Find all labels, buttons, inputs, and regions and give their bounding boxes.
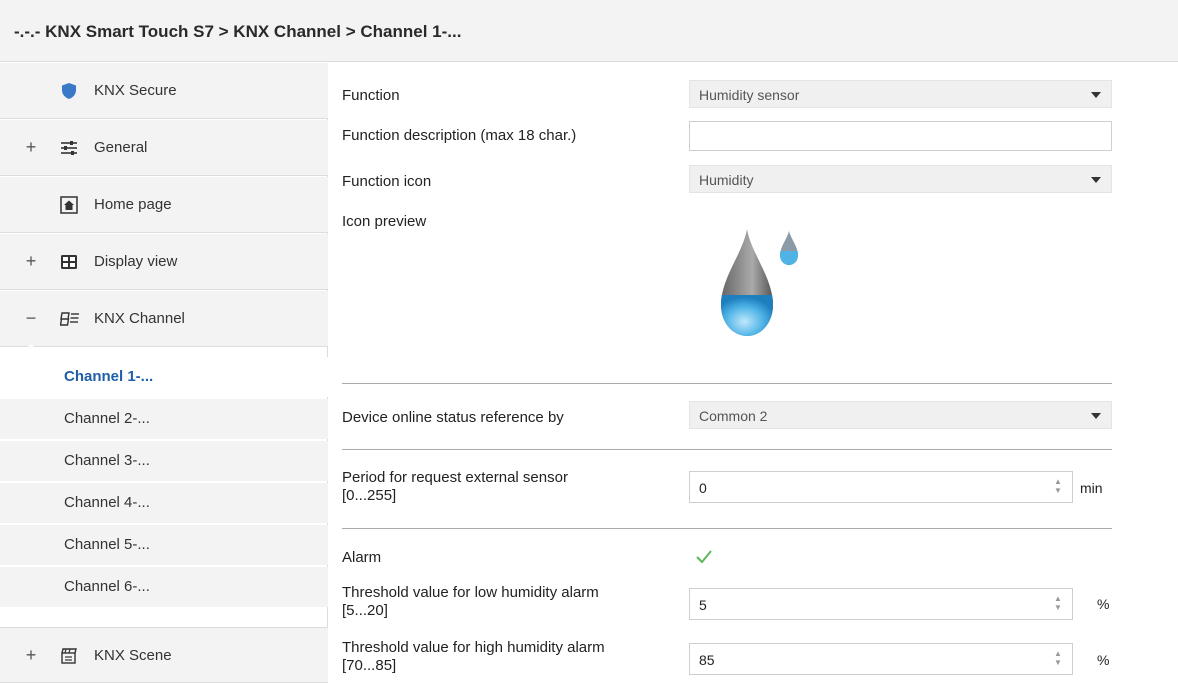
function-icon-label: Function icon [342, 173, 432, 190]
channel-label: Channel 1-... [64, 368, 154, 385]
sidebar-item-label: KNX Channel [94, 310, 185, 327]
shield-icon [60, 82, 78, 100]
period-range: [0...255] [342, 487, 397, 504]
chevron-down-icon [1091, 92, 1101, 98]
high-alarm-input[interactable]: 85 ▲ ▼ [689, 643, 1073, 675]
high-alarm-range: [70...85] [342, 657, 397, 674]
description-input[interactable] [689, 121, 1112, 151]
channel-label: Channel 2-... [64, 410, 150, 427]
title-bar: -.-.- KNX Smart Touch S7 > KNX Channel >… [0, 0, 1178, 62]
high-alarm-unit: % [1097, 652, 1110, 668]
sidebar-item-knx-secure[interactable]: KNX Secure [0, 63, 328, 119]
sliders-icon [60, 139, 78, 157]
channel-label: Channel 3-... [64, 452, 150, 469]
humidity-drop-icon [713, 223, 813, 343]
sidebar-item-label: KNX Secure [94, 82, 177, 99]
breadcrumb: -.-.- KNX Smart Touch S7 > KNX Channel >… [14, 22, 462, 41]
alarm-checkbox[interactable] [695, 548, 713, 566]
channel-label: Channel 4-... [64, 494, 150, 511]
channel-label: Channel 6-... [64, 578, 150, 595]
sidebar-channel-1[interactable]: Channel 1-... [0, 357, 328, 397]
divider [342, 528, 1112, 529]
sidebar-channel-3[interactable]: Channel 3-... [0, 441, 328, 481]
spinner-icon[interactable]: ▲ ▼ [1054, 477, 1062, 495]
collapse-icon[interactable]: − [24, 308, 38, 329]
scene-icon [60, 647, 78, 665]
active-notch [22, 344, 40, 353]
function-icon-value: Humidity [699, 172, 754, 188]
function-dropdown[interactable]: Humidity sensor [689, 80, 1112, 108]
icon-preview-label: Icon preview [342, 213, 427, 230]
sidebar-item-label: Display view [94, 253, 178, 270]
parameter-panel: Function Humidity sensor Function descri… [329, 63, 1178, 683]
spinner-icon[interactable]: ▲ ▼ [1054, 594, 1062, 612]
sidebar-item-label: Home page [94, 196, 172, 213]
sidebar-item-label: General [94, 139, 148, 156]
sidebar-item-knx-channel[interactable]: − KNX Channel [0, 291, 328, 347]
sidebar-channel-4[interactable]: Channel 4-... [0, 483, 328, 523]
high-alarm-value: 85 [699, 652, 715, 668]
high-alarm-label: Threshold value for high humidity alarm [342, 639, 605, 656]
spinner-icon[interactable]: ▲ ▼ [1054, 649, 1062, 667]
period-input[interactable]: 0 ▲ ▼ [689, 471, 1073, 503]
sidebar-channel-2[interactable]: Channel 2-... [0, 399, 328, 439]
description-label: Function description (max 18 char.) [342, 127, 577, 144]
chevron-down-icon [1091, 177, 1101, 183]
expand-icon[interactable]: + [24, 645, 38, 666]
divider [342, 449, 1112, 450]
function-value: Humidity sensor [699, 87, 800, 103]
divider [342, 383, 1112, 384]
period-value: 0 [699, 480, 707, 496]
channel-label: Channel 5-... [64, 536, 150, 553]
sidebar-channel-5[interactable]: Channel 5-... [0, 525, 328, 565]
sidebar-item-display-view[interactable]: + Display view [0, 234, 328, 290]
sidebar-item-knx-scene[interactable]: + KNX Scene [0, 627, 328, 683]
period-label: Period for request external sensor [342, 469, 568, 486]
channel-icon [59, 310, 79, 328]
checkmark-icon [696, 550, 712, 564]
expand-icon[interactable]: + [24, 251, 38, 272]
expand-icon[interactable]: + [24, 137, 38, 158]
online-status-dropdown[interactable]: Common 2 [689, 401, 1112, 429]
online-status-label: Device online status reference by [342, 409, 564, 426]
sidebar: KNX Secure + General Home page + Display… [0, 63, 328, 683]
home-icon [60, 196, 78, 214]
low-alarm-label: Threshold value for low humidity alarm [342, 584, 599, 601]
low-alarm-range: [5...20] [342, 602, 388, 619]
low-alarm-value: 5 [699, 597, 707, 613]
function-label: Function [342, 87, 400, 104]
low-alarm-input[interactable]: 5 ▲ ▼ [689, 588, 1073, 620]
sidebar-channel-6[interactable]: Channel 6-... [0, 567, 328, 607]
display-view-icon [60, 253, 78, 271]
alarm-label: Alarm [342, 549, 382, 566]
online-status-value: Common 2 [699, 408, 768, 424]
sidebar-item-general[interactable]: + General [0, 120, 328, 176]
period-unit: min [1080, 480, 1103, 496]
function-icon-dropdown[interactable]: Humidity [689, 165, 1112, 193]
sidebar-item-home-page[interactable]: Home page [0, 177, 328, 233]
chevron-down-icon [1091, 413, 1101, 419]
sidebar-item-label: KNX Scene [94, 647, 172, 664]
low-alarm-unit: % [1097, 596, 1110, 612]
